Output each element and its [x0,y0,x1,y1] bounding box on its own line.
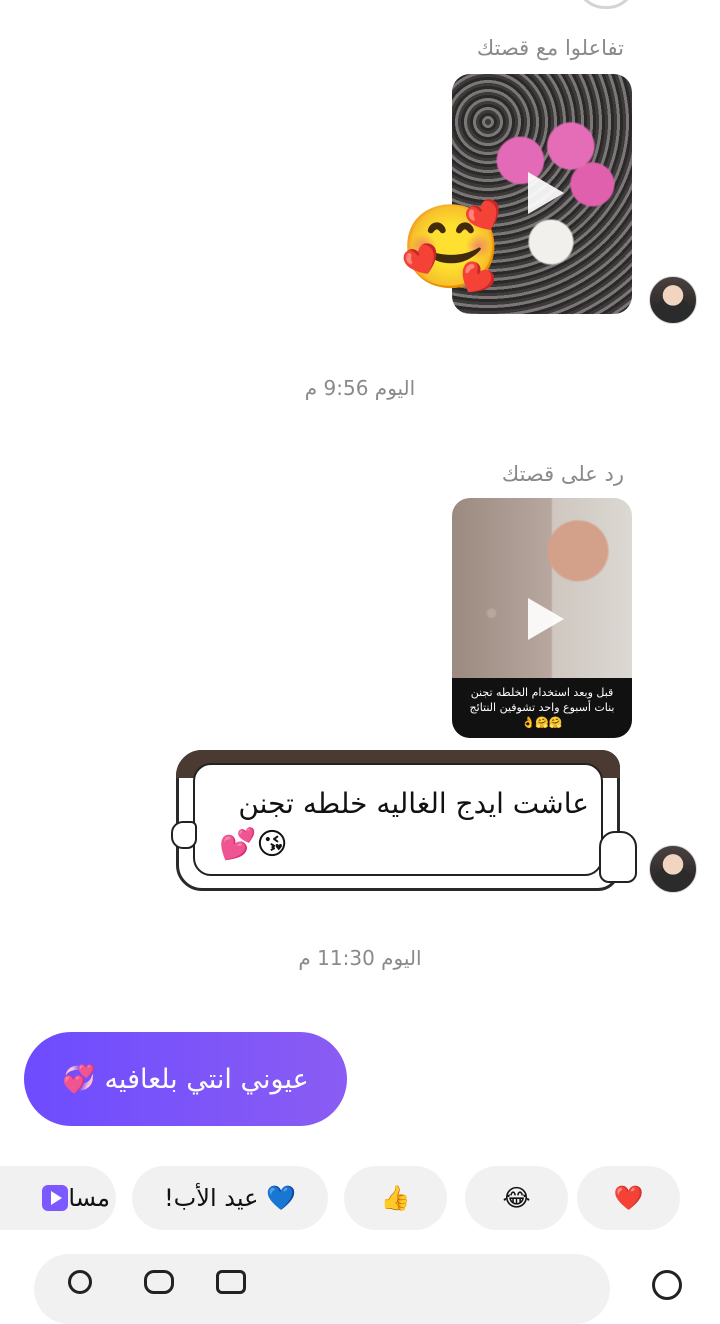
story-thumbnail-2[interactable]: قبل وبعد استخدام الخلطه تجنن بنات أسبوع … [452,498,632,738]
mic-icon[interactable] [68,1270,92,1294]
play-icon [528,598,564,640]
quick-reply-heart[interactable]: ❤️ [577,1166,680,1230]
laugh-emoji-icon: 😂 [502,1184,531,1212]
sent-message-bubble[interactable]: عيوني انتي بلعافيه 💞 [24,1032,347,1126]
timestamp: اليوم 9:56 م [304,376,416,400]
thumbs-up-icon: 👍 [380,1184,411,1212]
sticker-message-text: عاشت ايدج الغاليه خلطه تجنن [238,787,589,820]
hand-icon [171,821,197,849]
avatar[interactable] [649,276,697,324]
sticker-icon[interactable] [216,1270,246,1294]
avatar[interactable] [649,845,697,893]
story-reply-label: رد على قصتك [501,462,624,486]
camera-icon[interactable] [652,1270,682,1300]
media-album-icon [42,1185,69,1211]
story-caption-line: قبل وبعد استخدام الخلطه تجنن [470,686,614,699]
quick-reply-thumbs-up[interactable]: 👍 [344,1166,447,1230]
story-caption-line: بنات أسبوع واحد تشوفين النتائج [469,701,615,714]
quick-reply-label: مسا [68,1184,110,1212]
reaction-emoji: 🥰 [400,200,503,295]
sticker-message-emojis: 😘💕 [219,827,288,862]
story-caption-box: قبل وبعد استخدام الخلطه تجنن بنات أسبوع … [452,678,632,738]
play-icon [528,172,564,214]
story-reaction-label: تفاعلوا مع قصتك [476,36,624,60]
quick-reply-fathers-day[interactable]: 💙 عيد الأب! [132,1166,328,1230]
story-caption-emojis: 🤗🤗👌 [521,716,563,729]
message-composer[interactable] [34,1254,610,1324]
top-partial-circle [575,0,637,9]
sticker-message-bubble[interactable]: عاشت ايدج الغاليه خلطه تجنن 😘💕 [171,750,637,891]
heart-icon: ❤️ [613,1184,644,1212]
quick-reply-laugh[interactable]: 😂 [465,1166,568,1230]
timestamp: اليوم 11:30 م [298,946,422,970]
photo-icon[interactable] [144,1270,174,1294]
quick-reply-label: 💙 عيد الأب! [164,1184,296,1212]
quick-reply-media[interactable]: مسا [0,1166,116,1230]
waving-hand-icon [599,831,637,883]
